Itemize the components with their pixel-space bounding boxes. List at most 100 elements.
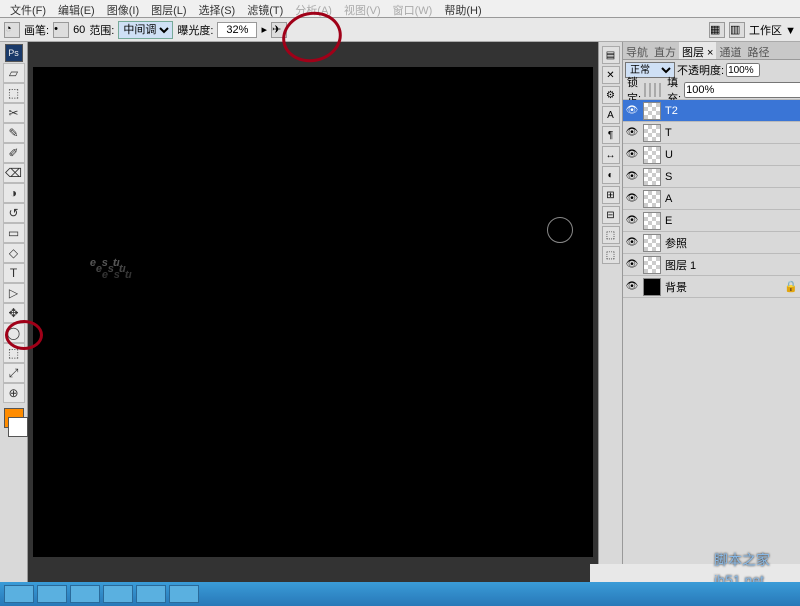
layer-name: S xyxy=(665,171,672,183)
layer-name: E xyxy=(665,215,672,227)
layer-thumbnail xyxy=(643,168,661,186)
panel-tab[interactable]: 通道 xyxy=(716,42,744,59)
watermark-text: 脚本之家 xyxy=(714,550,770,570)
dock-icon[interactable]: ⬚ xyxy=(602,246,620,264)
menu-item[interactable]: 编辑(E) xyxy=(52,0,101,17)
tool-preset-icon[interactable]: ◔ xyxy=(4,22,20,38)
tool-button[interactable]: ✎ xyxy=(3,123,25,143)
tool-button[interactable]: ✥ xyxy=(3,303,25,323)
tool-button[interactable]: ⊕ xyxy=(3,383,25,403)
layer-row[interactable]: 👁A xyxy=(623,188,800,210)
taskbar-item[interactable] xyxy=(37,585,67,603)
exposure-input[interactable] xyxy=(217,22,257,38)
range-label: 范围: xyxy=(89,22,114,38)
menu-item[interactable]: 视图(V) xyxy=(338,0,387,17)
fill-input[interactable] xyxy=(684,82,800,98)
menu-item[interactable]: 滤镜(T) xyxy=(241,0,289,17)
taskbar-item[interactable] xyxy=(4,585,34,603)
visibility-icon[interactable]: 👁 xyxy=(625,236,639,250)
brush-cursor xyxy=(547,217,573,243)
taskbar-item[interactable] xyxy=(103,585,133,603)
visibility-icon[interactable]: 👁 xyxy=(625,214,639,228)
panel-tab[interactable]: 直方 xyxy=(651,42,679,59)
tool-button[interactable]: ✂ xyxy=(3,103,25,123)
menu-item[interactable]: 文件(F) xyxy=(4,0,52,17)
tool-button[interactable]: ⌫ xyxy=(3,163,25,183)
panel-dock: ▤ ✕ ⚙ A ¶ ↔ ◐ ⊞ ⊟ ⬚ ⬚ xyxy=(598,42,622,582)
layer-row[interactable]: 👁图层 1 xyxy=(623,254,800,276)
dock-icon[interactable]: ⊞ xyxy=(602,186,620,204)
layer-row[interactable]: 👁U xyxy=(623,144,800,166)
options-bar: ◔ 画笔: • 60 范围: 中间调 曝光度: ▸ ✈ ▦ ▥ 工作区 ▼ xyxy=(0,18,800,42)
panel-tab[interactable]: 图层 × xyxy=(679,42,716,59)
dock-icon[interactable]: ◐ xyxy=(602,166,620,184)
visibility-icon[interactable]: 👁 xyxy=(625,104,639,118)
dock-icon[interactable]: ⬚ xyxy=(602,226,620,244)
workspace-label[interactable]: 工作区 ▼ xyxy=(749,22,796,38)
range-select[interactable]: 中间调 xyxy=(118,21,173,39)
layer-row[interactable]: 👁T xyxy=(623,122,800,144)
tool-button[interactable]: ▭ xyxy=(3,223,25,243)
tool-button[interactable]: ◇ xyxy=(3,243,25,263)
menu-item[interactable]: 选择(S) xyxy=(193,0,242,17)
menubar: 文件(F)编辑(E)图像(I)图层(L)选择(S)滤镜(T)分析(A)视图(V)… xyxy=(0,0,800,18)
taskbar-item[interactable] xyxy=(169,585,199,603)
tool-button[interactable]: ⤢ xyxy=(3,363,25,383)
menu-item[interactable]: 窗口(W) xyxy=(387,0,439,17)
menu-item[interactable]: 图层(L) xyxy=(145,0,192,17)
layer-row[interactable]: 👁E xyxy=(623,210,800,232)
visibility-icon[interactable]: 👁 xyxy=(625,258,639,272)
layer-thumbnail xyxy=(643,124,661,142)
tool-button[interactable]: T xyxy=(3,263,25,283)
canvas-area: tuse tuse xyxy=(28,42,598,582)
visibility-icon[interactable]: 👁 xyxy=(625,126,639,140)
lock-transparent-icon[interactable] xyxy=(644,83,646,97)
exposure-arrow-icon[interactable]: ▸ xyxy=(261,23,267,36)
brush-size: 60 xyxy=(73,24,85,36)
dock-icon[interactable]: ¶ xyxy=(602,126,620,144)
menu-item[interactable]: 帮助(H) xyxy=(438,0,487,17)
layer-row[interactable]: 👁参照 xyxy=(623,232,800,254)
tool-button[interactable]: ◯ xyxy=(3,323,25,343)
taskbar-item[interactable] xyxy=(136,585,166,603)
layer-name: A xyxy=(665,193,672,205)
menu-item[interactable]: 图像(I) xyxy=(101,0,145,17)
arrange-icon[interactable]: ▥ xyxy=(729,22,745,38)
lock-all-icon[interactable] xyxy=(659,83,661,97)
document-canvas[interactable]: tuse tuse xyxy=(33,67,593,557)
layer-row[interactable]: 👁背景🔒 xyxy=(623,276,800,298)
layers-panel: 导航直方图层 ×通道路径 正常 不透明度: 锁定: 填充: 👁T2👁T👁U👁S👁… xyxy=(622,42,800,582)
tool-button[interactable]: ⬚ xyxy=(3,83,25,103)
background-color[interactable] xyxy=(8,417,28,437)
tool-button[interactable]: ◑ xyxy=(3,183,25,203)
dock-icon[interactable]: A xyxy=(602,106,620,124)
tool-button[interactable]: ▷ xyxy=(3,283,25,303)
panel-tab[interactable]: 导航 xyxy=(623,42,651,59)
layer-thumbnail xyxy=(643,190,661,208)
layer-list: 👁T2👁T👁U👁S👁A👁E👁参照👁图层 1👁背景🔒 xyxy=(623,100,800,582)
panel-tab[interactable]: 路径 xyxy=(744,42,772,59)
opacity-input[interactable] xyxy=(726,63,760,77)
dock-icon[interactable]: ↔ xyxy=(602,146,620,164)
menu-item[interactable]: 分析(A) xyxy=(289,0,338,17)
dock-icon[interactable]: ✕ xyxy=(602,66,620,84)
brush-preview-icon[interactable]: • xyxy=(53,22,69,38)
visibility-icon[interactable]: 👁 xyxy=(625,280,639,294)
dock-icon[interactable]: ▤ xyxy=(602,46,620,64)
tool-button[interactable]: ✐ xyxy=(3,143,25,163)
visibility-icon[interactable]: 👁 xyxy=(625,148,639,162)
tool-button[interactable]: ↺ xyxy=(3,203,25,223)
visibility-icon[interactable]: 👁 xyxy=(625,170,639,184)
lock-position-icon[interactable] xyxy=(654,83,656,97)
layer-row[interactable]: 👁S xyxy=(623,166,800,188)
lock-pixels-icon[interactable] xyxy=(649,83,651,97)
screen-mode-icon[interactable]: ▦ xyxy=(709,22,725,38)
taskbar-item[interactable] xyxy=(70,585,100,603)
layer-row[interactable]: 👁T2 xyxy=(623,100,800,122)
dock-icon[interactable]: ⚙ xyxy=(602,86,620,104)
visibility-icon[interactable]: 👁 xyxy=(625,192,639,206)
airbrush-icon[interactable]: ✈ xyxy=(271,22,287,38)
dock-icon[interactable]: ⊟ xyxy=(602,206,620,224)
tool-button[interactable]: ⬚ xyxy=(3,343,25,363)
tool-button[interactable]: ▱ xyxy=(3,63,25,83)
